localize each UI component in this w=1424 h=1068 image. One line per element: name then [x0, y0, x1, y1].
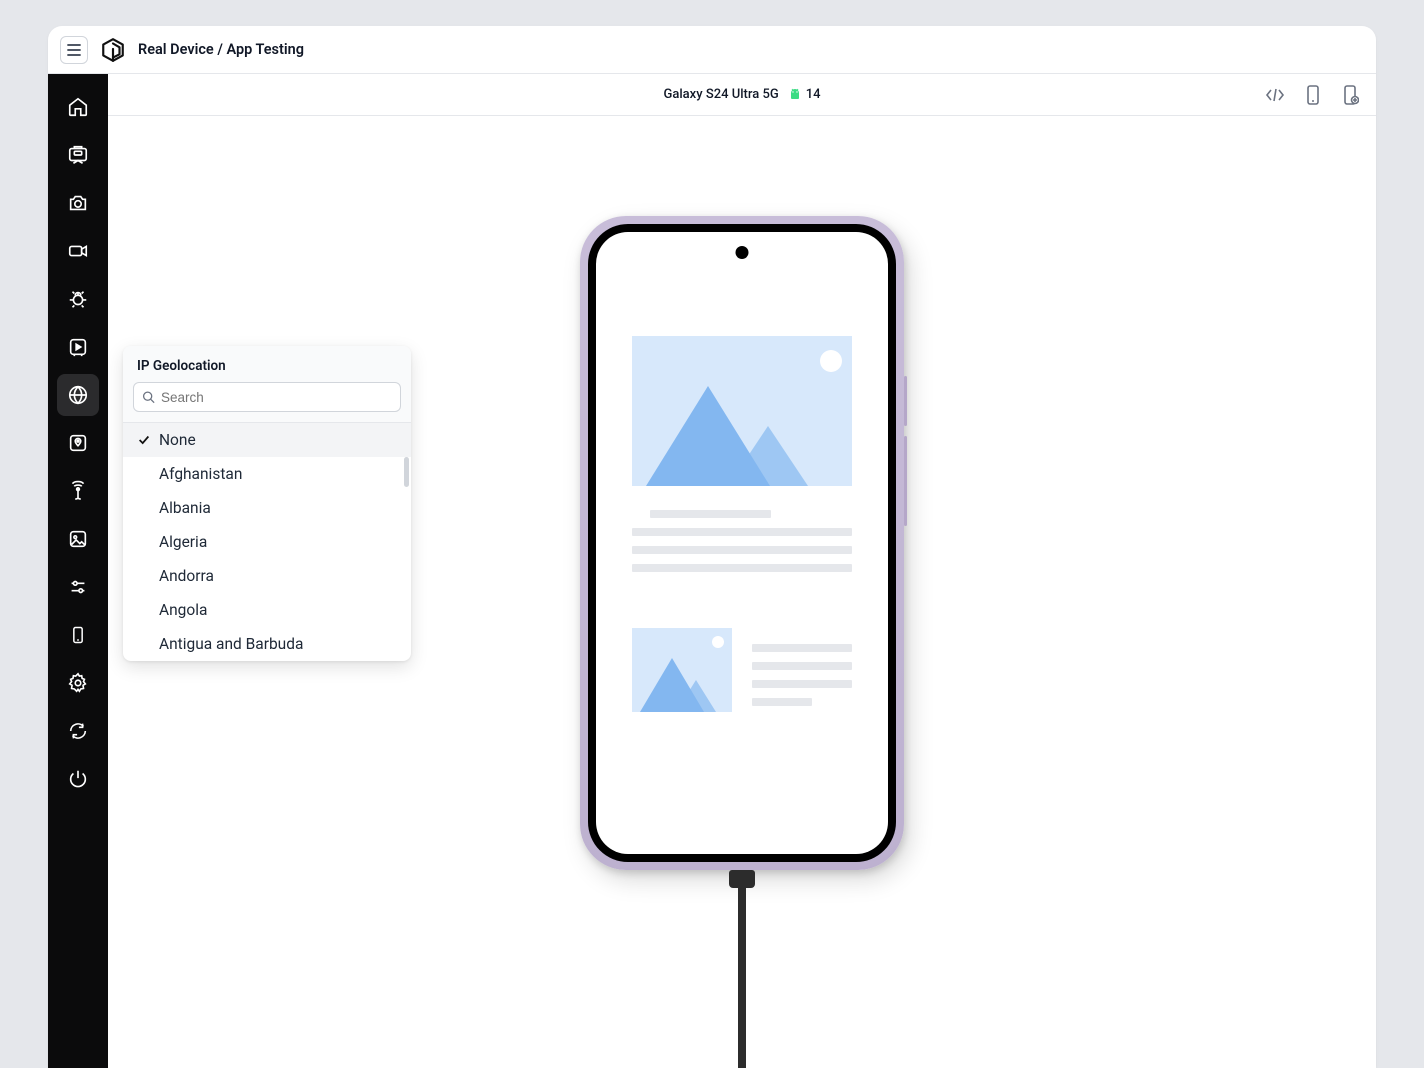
geo-option-label: Antigua and Barbuda	[159, 635, 303, 653]
geo-option[interactable]: Afghanistan	[123, 457, 411, 491]
geo-option[interactable]: Andorra	[123, 559, 411, 593]
device-bar: Galaxy S24 Ultra 5G 14	[108, 74, 1376, 116]
refresh-icon	[67, 720, 89, 742]
search-field[interactable]	[133, 382, 401, 412]
rotate-button[interactable]	[1302, 84, 1324, 106]
popover-list[interactable]: None Afghanistan Albania Algeria Andorra…	[123, 423, 411, 661]
sliders-icon	[67, 576, 89, 598]
geo-option[interactable]: Algeria	[123, 525, 411, 559]
globe-icon	[67, 384, 89, 406]
sidebar-item-device[interactable]	[57, 614, 99, 656]
geo-option-label: Albania	[159, 499, 211, 517]
bug-icon	[67, 288, 89, 310]
os-version: 14	[806, 87, 821, 102]
main-row: Galaxy S24 Ultra 5G 14	[48, 74, 1376, 1068]
sidebar-item-app[interactable]	[57, 134, 99, 176]
check-icon	[137, 433, 153, 447]
home-icon	[67, 96, 89, 118]
search-icon	[142, 390, 155, 404]
top-header: Real Device / App Testing	[48, 26, 1376, 74]
menu-button[interactable]	[60, 36, 88, 64]
geo-option[interactable]: Antigua and Barbuda	[123, 627, 411, 661]
power-icon	[67, 768, 89, 790]
phone-frame	[580, 216, 904, 870]
app-frame: Real Device / App Testing	[48, 26, 1376, 1068]
code-icon	[1265, 87, 1285, 103]
phone-install-icon	[1343, 85, 1359, 105]
gear-icon	[67, 672, 89, 694]
placeholder-card	[632, 628, 732, 712]
sidebar-item-refresh[interactable]	[57, 710, 99, 752]
sidebar-item-screenshot[interactable]	[57, 182, 99, 224]
phone-screen[interactable]	[596, 232, 888, 854]
device-name: Galaxy S24 Ultra 5G	[664, 87, 779, 102]
video-icon	[67, 240, 89, 262]
content-area: Galaxy S24 Ultra 5G 14	[108, 74, 1376, 1068]
geo-option[interactable]: Angola	[123, 593, 411, 627]
sidebar-item-image[interactable]	[57, 518, 99, 560]
scrollbar[interactable]	[404, 457, 409, 487]
page-title: Real Device / App Testing	[138, 41, 304, 58]
menu-icon	[67, 44, 81, 56]
device-icon	[68, 624, 88, 646]
geolocation-popover: IP Geolocation None Afghanistan	[123, 346, 411, 661]
network-icon	[67, 480, 89, 502]
geo-option-none[interactable]: None	[123, 423, 411, 457]
search-input[interactable]	[161, 390, 392, 405]
sidebar-item-sliders[interactable]	[57, 566, 99, 608]
sidebar-item-play[interactable]	[57, 326, 99, 368]
sidebar-item-record[interactable]	[57, 230, 99, 272]
android-icon	[789, 88, 801, 102]
geo-option-label: Algeria	[159, 533, 207, 551]
device-os: 14	[789, 87, 821, 102]
phone-side-button	[904, 436, 907, 526]
placeholder-lines-small	[752, 644, 852, 716]
camera-dot-icon	[736, 246, 749, 259]
logo-icon	[100, 37, 126, 63]
sidebar-item-settings[interactable]	[57, 662, 99, 704]
geo-option-label: Angola	[159, 601, 207, 619]
phone-preview	[580, 216, 904, 870]
stage: IP Geolocation None Afghanistan	[108, 116, 1376, 1068]
geo-option-label: Andorra	[159, 567, 214, 585]
sidebar-item-power[interactable]	[57, 758, 99, 800]
phone-side-button	[904, 376, 907, 426]
app-icon	[67, 144, 89, 166]
sidebar-item-location[interactable]	[57, 422, 99, 464]
sidebar-item-network[interactable]	[57, 470, 99, 512]
map-pin-icon	[67, 432, 89, 454]
placeholder-hero	[632, 336, 852, 486]
geo-option[interactable]: Albania	[123, 491, 411, 525]
placeholder-lines	[632, 510, 852, 582]
play-square-icon	[67, 336, 89, 358]
image-icon	[67, 528, 89, 550]
sidebar-item-geolocation[interactable]	[57, 374, 99, 416]
phone-icon	[1306, 85, 1320, 105]
geo-option-label: Afghanistan	[159, 465, 242, 483]
sidebar-item-home[interactable]	[57, 86, 99, 128]
popover-title: IP Geolocation	[123, 346, 411, 382]
install-app-button[interactable]	[1340, 84, 1362, 106]
camera-icon	[67, 192, 89, 214]
sidebar-item-bug[interactable]	[57, 278, 99, 320]
cable-wire-icon	[738, 870, 746, 1068]
geo-option-label: None	[159, 431, 196, 449]
devtools-button[interactable]	[1264, 84, 1286, 106]
sidebar	[48, 74, 108, 1068]
